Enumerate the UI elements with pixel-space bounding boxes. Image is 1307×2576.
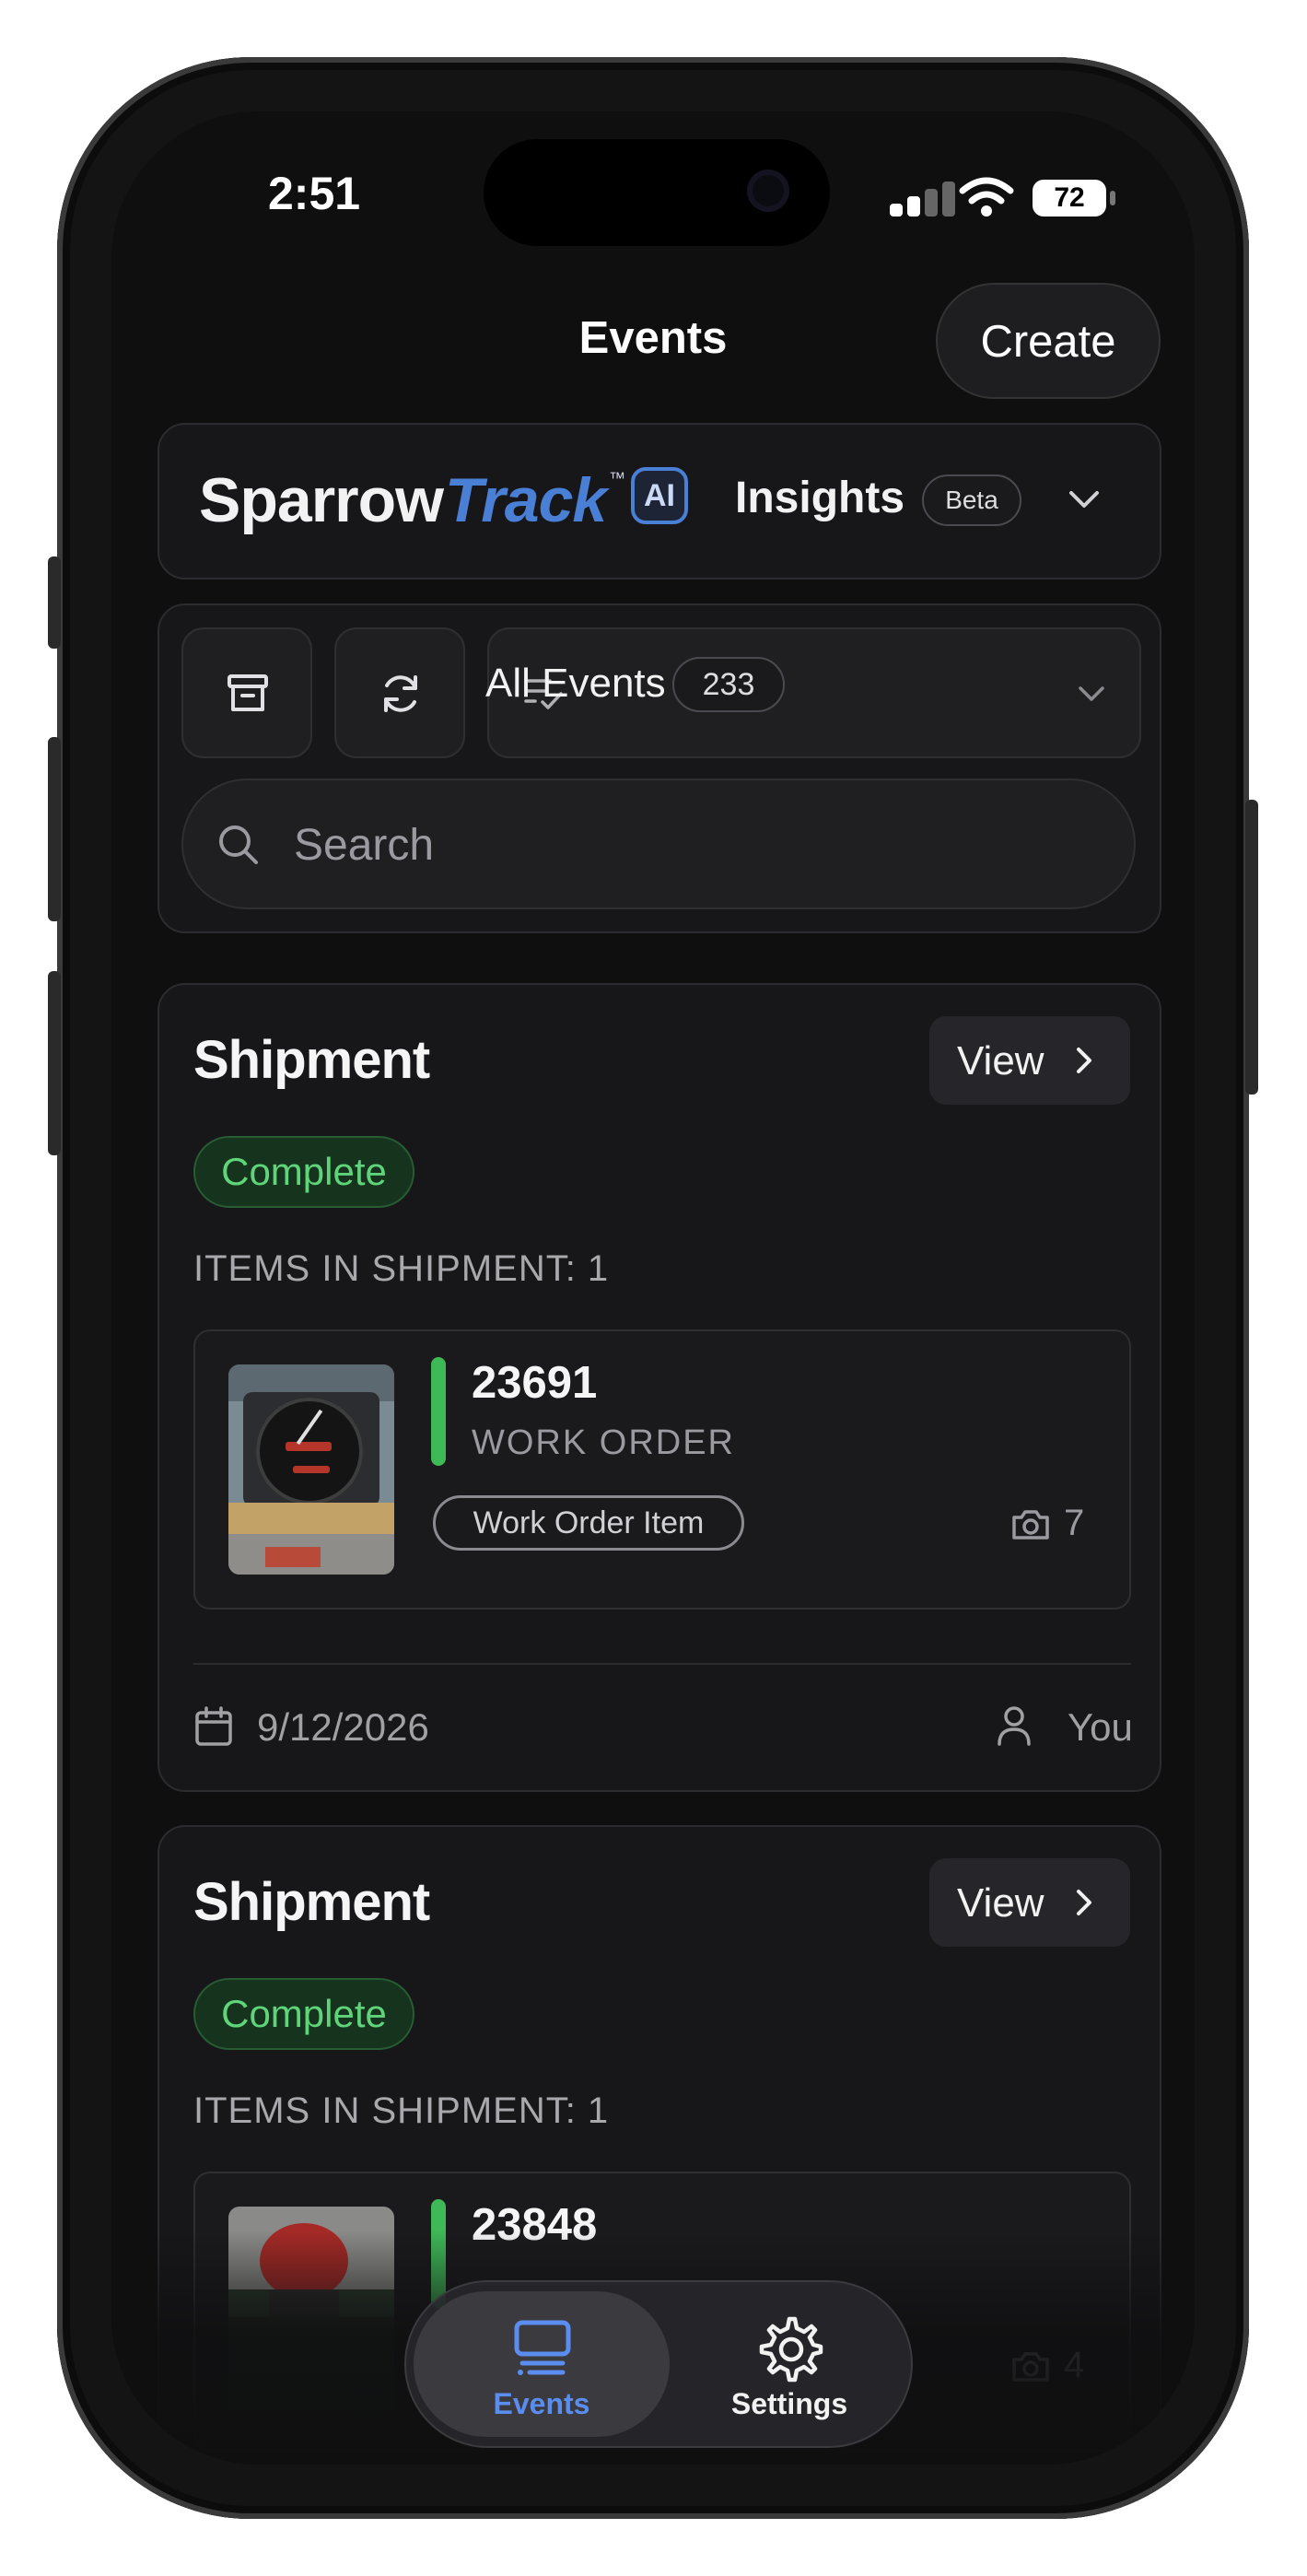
item-thumbnail [228, 1364, 394, 1575]
cellular-signal-icon [890, 181, 955, 217]
create-button[interactable]: Create [936, 283, 1161, 399]
chevron-down-icon [1079, 686, 1104, 701]
item-status-bar [431, 1357, 446, 1466]
ai-badge: AI [631, 467, 688, 524]
power-button [1245, 800, 1258, 1095]
user-icon [998, 1706, 1031, 1746]
card-divider [193, 1663, 1131, 1665]
status-badge: Complete [193, 1136, 414, 1208]
trademark-mark: ™ [609, 469, 625, 487]
insights-label: Insights [735, 474, 905, 522]
view-label: View [957, 1038, 1044, 1083]
status-badge: Complete [193, 1978, 414, 2050]
archive-button[interactable] [181, 627, 312, 758]
battery-tip [1110, 191, 1115, 205]
gear-icon [759, 2316, 823, 2383]
items-count-label: ITEMS IN SHIPMENT: 1 [193, 1248, 610, 1289]
view-button[interactable]: View [929, 1858, 1130, 1947]
wifi-icon [959, 177, 1014, 217]
calendar-icon [195, 1706, 232, 1746]
brand-name-track: Track [445, 465, 607, 535]
archive-icon [228, 674, 268, 711]
event-title: Shipment [193, 1872, 430, 1932]
view-button[interactable]: View [929, 1016, 1130, 1105]
chevron-right-icon [1077, 1048, 1091, 1073]
item-type: WORK ORDER [472, 1423, 735, 1462]
camera-icon [1012, 1510, 1049, 1540]
front-camera [747, 170, 789, 212]
item-tag: Work Order Item [433, 1495, 744, 1551]
battery-indicator: 72 [1033, 180, 1106, 217]
beta-badge: Beta [922, 474, 1021, 526]
view-label: View [957, 1880, 1044, 1926]
event-filter-label: All Events [485, 661, 666, 706]
event-count-badge: 233 [672, 657, 785, 712]
photo-count: 7 [1064, 1503, 1085, 1543]
refresh-button[interactable] [334, 627, 465, 758]
action-button [48, 556, 61, 649]
event-user: You [1068, 1705, 1133, 1749]
volume-up-button [48, 737, 61, 921]
brand-name-sparrow: Sparrow [199, 465, 444, 535]
events-tab-icon [514, 2320, 571, 2375]
volume-down-button [48, 971, 61, 1155]
chevron-down-icon[interactable] [1066, 486, 1103, 511]
event-date: 9/12/2026 [257, 1705, 429, 1749]
app-screen: 2:51 72 Events Create Sparrow Track ™ AI… [111, 111, 1195, 2465]
items-count-label: ITEMS IN SHIPMENT: 1 [193, 2090, 610, 2131]
search-placeholder: Search [294, 821, 435, 870]
event-title: Shipment [193, 1030, 430, 1090]
tab-settings-label: Settings [730, 2387, 848, 2420]
refresh-icon [384, 675, 417, 712]
status-time: 2:51 [268, 168, 361, 219]
chevron-right-icon [1077, 1890, 1091, 1915]
search-icon [219, 825, 258, 864]
tab-events-label: Events [493, 2387, 590, 2420]
item-number: 23691 [472, 1358, 598, 1408]
